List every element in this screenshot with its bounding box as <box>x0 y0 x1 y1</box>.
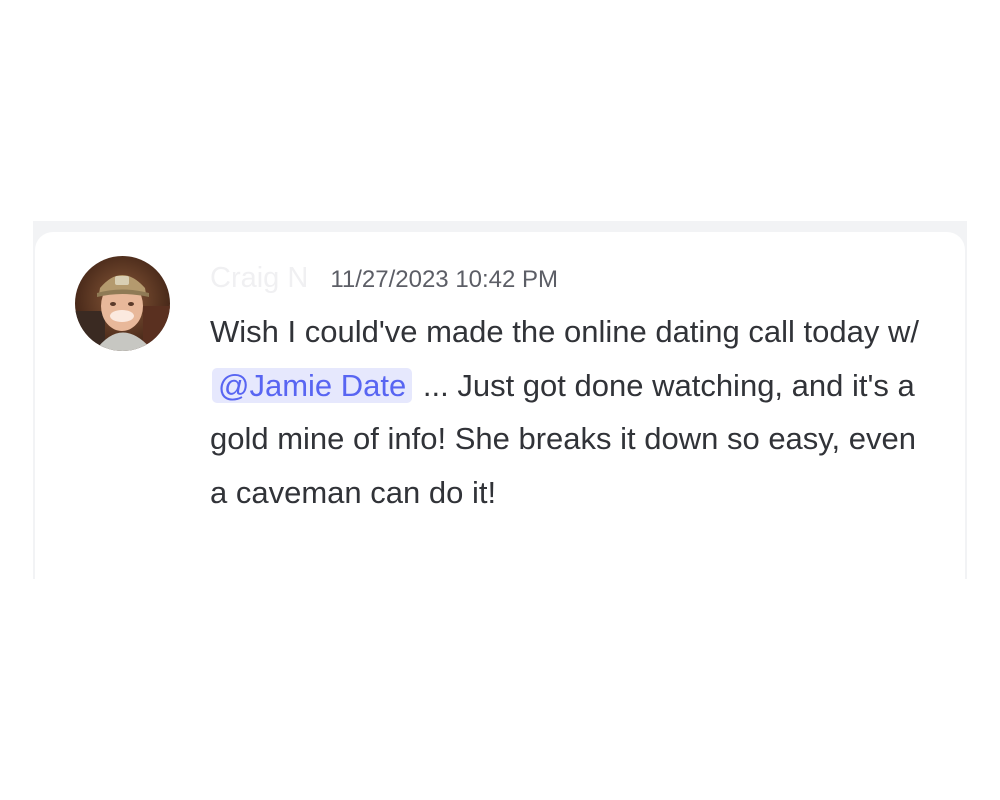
page: Craig N 11/27/2023 10:42 PM Wish I could… <box>0 0 1000 800</box>
message-body: Wish I could've made the online dating c… <box>210 305 930 519</box>
message-text-before-mention: Wish I could've made the online dating c… <box>210 314 919 349</box>
user-avatar-icon[interactable] <box>75 256 170 351</box>
username[interactable]: Craig N <box>210 262 308 295</box>
user-mention[interactable]: @Jamie Date <box>212 367 413 403</box>
avatar-photo <box>75 256 170 351</box>
timestamp: 11/27/2023 10:42 PM <box>330 266 559 293</box>
message-header: Craig N 11/27/2023 10:42 PM <box>210 262 558 298</box>
